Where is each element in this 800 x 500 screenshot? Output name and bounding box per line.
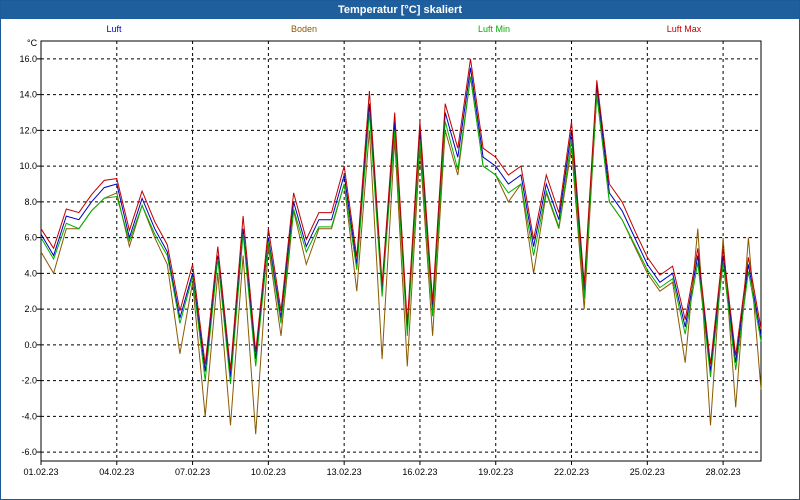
y-tick-label: 14.0 — [19, 90, 37, 100]
y-tick-label: 6.0 — [24, 233, 37, 243]
chart-title: Temperatur [°C] skaliert — [1, 1, 799, 19]
legend-entry: Luft — [106, 24, 122, 34]
y-tick-label: 0.0 — [24, 340, 37, 350]
y-tick-label: 12.0 — [19, 125, 37, 135]
x-tick-label: 13.02.23 — [327, 467, 362, 477]
x-tick-label: 04.02.23 — [99, 467, 134, 477]
legend-entry: Boden — [291, 24, 317, 34]
chart-window: Temperatur [°C] skaliert -6.0 -4.0 -2.0 0.0… — [0, 0, 800, 500]
x-tick-label: 10.02.23 — [251, 467, 286, 477]
x-tick-label: 01.02.23 — [23, 467, 58, 477]
x-tick-label: 28.02.23 — [706, 467, 741, 477]
x-tick-label: 16.02.23 — [402, 467, 437, 477]
x-tick-label: 07.02.23 — [175, 467, 210, 477]
legend-entry: Luft Max — [667, 24, 702, 34]
y-tick-label: 8.0 — [24, 197, 37, 207]
temperature-chart: -6.0 -4.0 -2.0 0.0 2.0 4.0 6.0 8.0 10.0 12.0 14.0 1… — [19, 24, 762, 477]
x-tick-label: 19.02.23 — [478, 467, 513, 477]
legend-entry: Luft Min — [478, 24, 510, 34]
y-tick-label: 16.0 — [19, 54, 37, 64]
y-tick-label: -4.0 — [21, 411, 37, 421]
y-tick-label: -6.0 — [21, 447, 37, 457]
x-tick-label: 25.02.23 — [630, 467, 665, 477]
y-tick-label: 10.0 — [19, 161, 37, 171]
y-axis-unit: °C — [27, 38, 38, 48]
y-tick-label: 2.0 — [24, 304, 37, 314]
y-tick-label: -2.0 — [21, 376, 37, 386]
x-tick-label: 22.02.23 — [554, 467, 589, 477]
y-tick-label: 4.0 — [24, 268, 37, 278]
